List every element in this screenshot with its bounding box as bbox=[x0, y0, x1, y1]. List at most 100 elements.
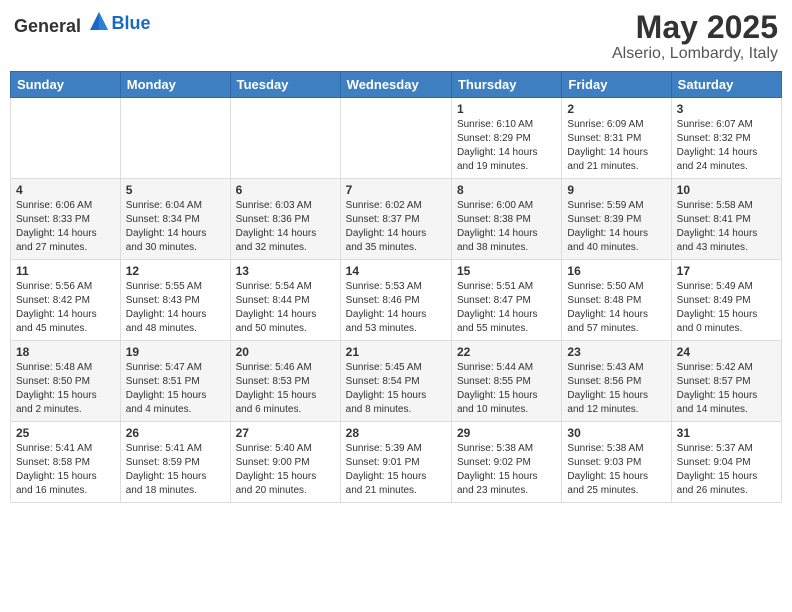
day-info: Sunrise: 5:39 AM Sunset: 9:01 PM Dayligh… bbox=[346, 442, 446, 498]
calendar-table: SundayMondayTuesdayWednesdayThursdayFrid… bbox=[10, 71, 782, 503]
day-info: Sunrise: 6:03 AM Sunset: 8:36 PM Dayligh… bbox=[236, 199, 335, 255]
day-info: Sunrise: 6:10 AM Sunset: 8:29 PM Dayligh… bbox=[457, 118, 556, 174]
calendar-cell: 10 Sunrise: 5:58 AM Sunset: 8:41 PM Dayli… bbox=[671, 179, 781, 260]
weekday-header: Thursday bbox=[451, 72, 561, 98]
day-info: Sunrise: 5:51 AM Sunset: 8:47 PM Dayligh… bbox=[457, 280, 556, 336]
calendar-cell: 30Sunrise: 5:38 AM Sunset: 9:03 PM Dayli… bbox=[562, 422, 671, 503]
location-title: Alserio, Lombardy, Italy bbox=[612, 45, 778, 63]
day-info: Sunrise: 5:41 AM Sunset: 8:59 PM Dayligh… bbox=[126, 442, 225, 498]
day-info: Sunrise: 6:06 AM Sunset: 8:33 PM Dayligh… bbox=[16, 199, 115, 255]
day-info: Sunrise: 5:56 AM Sunset: 8:42 PM Dayligh… bbox=[16, 280, 115, 336]
day-number: 15 bbox=[457, 264, 556, 278]
day-number: 14 bbox=[346, 264, 446, 278]
weekday-header: Tuesday bbox=[230, 72, 340, 98]
logo-icon bbox=[88, 10, 110, 32]
calendar-cell: 18Sunrise: 5:48 AM Sunset: 8:50 PM Dayli… bbox=[11, 341, 121, 422]
calendar-header-row: SundayMondayTuesdayWednesdayThursdayFrid… bbox=[11, 72, 782, 98]
calendar-cell: 20 Sunrise: 5:46 AM Sunset: 8:53 PM Dayli… bbox=[230, 341, 340, 422]
day-info: Sunrise: 5:54 AM Sunset: 8:44 PM Dayligh… bbox=[236, 280, 335, 336]
day-number: 3 bbox=[677, 102, 776, 116]
calendar-cell: 26 Sunrise: 5:41 AM Sunset: 8:59 PM Dayli… bbox=[120, 422, 230, 503]
day-number: 26 bbox=[126, 426, 225, 440]
calendar-cell: 19 Sunrise: 5:47 AM Sunset: 8:51 PM Dayli… bbox=[120, 341, 230, 422]
calendar-cell: 8Sunrise: 6:00 AM Sunset: 8:38 PM Daylig… bbox=[451, 179, 561, 260]
calendar-cell: 29 Sunrise: 5:38 AM Sunset: 9:02 PM Dayli… bbox=[451, 422, 561, 503]
day-number: 7 bbox=[346, 183, 446, 197]
day-info: Sunrise: 5:44 AM Sunset: 8:55 PM Dayligh… bbox=[457, 361, 556, 417]
logo-blue: Blue bbox=[112, 13, 151, 33]
calendar-cell: 25 Sunrise: 5:41 AM Sunset: 8:58 PM Dayli… bbox=[11, 422, 121, 503]
day-number: 10 bbox=[677, 183, 776, 197]
day-info: Sunrise: 6:04 AM Sunset: 8:34 PM Dayligh… bbox=[126, 199, 225, 255]
day-info: Sunrise: 6:00 AM Sunset: 8:38 PM Dayligh… bbox=[457, 199, 556, 255]
calendar-cell: 3 Sunrise: 6:07 AM Sunset: 8:32 PM Daylig… bbox=[671, 98, 781, 179]
day-number: 11 bbox=[16, 264, 115, 278]
page-header: General Blue May 2025 Alserio, Lombardy,… bbox=[10, 10, 782, 63]
day-number: 12 bbox=[126, 264, 225, 278]
day-number: 22 bbox=[457, 345, 556, 359]
weekday-header: Monday bbox=[120, 72, 230, 98]
calendar-cell: 16 Sunrise: 5:50 AM Sunset: 8:48 PM Dayli… bbox=[562, 260, 671, 341]
weekday-header: Friday bbox=[562, 72, 671, 98]
day-number: 23 bbox=[567, 345, 665, 359]
day-number: 2 bbox=[567, 102, 665, 116]
logo: General Blue bbox=[14, 10, 151, 37]
weekday-header: Saturday bbox=[671, 72, 781, 98]
day-info: Sunrise: 5:38 AM Sunset: 9:02 PM Dayligh… bbox=[457, 442, 556, 498]
day-info: Sunrise: 5:37 AM Sunset: 9:04 PM Dayligh… bbox=[677, 442, 776, 498]
day-number: 20 bbox=[236, 345, 335, 359]
day-info: Sunrise: 5:38 AM Sunset: 9:03 PM Dayligh… bbox=[567, 442, 665, 498]
day-number: 29 bbox=[457, 426, 556, 440]
day-info: Sunrise: 5:48 AM Sunset: 8:50 PM Dayligh… bbox=[16, 361, 115, 417]
day-number: 6 bbox=[236, 183, 335, 197]
day-number: 1 bbox=[457, 102, 556, 116]
logo-general: General bbox=[14, 16, 81, 36]
day-info: Sunrise: 5:42 AM Sunset: 8:57 PM Dayligh… bbox=[677, 361, 776, 417]
day-info: Sunrise: 6:02 AM Sunset: 8:37 PM Dayligh… bbox=[346, 199, 446, 255]
day-number: 9 bbox=[567, 183, 665, 197]
day-info: Sunrise: 5:50 AM Sunset: 8:48 PM Dayligh… bbox=[567, 280, 665, 336]
calendar-cell: 9 Sunrise: 5:59 AM Sunset: 8:39 PM Daylig… bbox=[562, 179, 671, 260]
calendar-cell: 21Sunrise: 5:45 AM Sunset: 8:54 PM Dayli… bbox=[340, 341, 451, 422]
day-info: Sunrise: 5:58 AM Sunset: 8:41 PM Dayligh… bbox=[677, 199, 776, 255]
day-info: Sunrise: 5:55 AM Sunset: 8:43 PM Dayligh… bbox=[126, 280, 225, 336]
weekday-header: Sunday bbox=[11, 72, 121, 98]
calendar-cell: 11 Sunrise: 5:56 AM Sunset: 8:42 PM Dayli… bbox=[11, 260, 121, 341]
day-info: Sunrise: 5:53 AM Sunset: 8:46 PM Dayligh… bbox=[346, 280, 446, 336]
calendar-cell: 13 Sunrise: 5:54 AM Sunset: 8:44 PM Dayli… bbox=[230, 260, 340, 341]
calendar-week-row: 4 Sunrise: 6:06 AM Sunset: 8:33 PM Daylig… bbox=[11, 179, 782, 260]
calendar-cell: 31 Sunrise: 5:37 AM Sunset: 9:04 PM Dayli… bbox=[671, 422, 781, 503]
calendar-cell: 6 Sunrise: 6:03 AM Sunset: 8:36 PM Daylig… bbox=[230, 179, 340, 260]
day-info: Sunrise: 5:59 AM Sunset: 8:39 PM Dayligh… bbox=[567, 199, 665, 255]
month-title: May 2025 bbox=[612, 10, 778, 45]
day-info: Sunrise: 5:47 AM Sunset: 8:51 PM Dayligh… bbox=[126, 361, 225, 417]
day-info: Sunrise: 5:49 AM Sunset: 8:49 PM Dayligh… bbox=[677, 280, 776, 336]
day-number: 4 bbox=[16, 183, 115, 197]
day-info: Sunrise: 6:07 AM Sunset: 8:32 PM Dayligh… bbox=[677, 118, 776, 174]
calendar-cell: 23Sunrise: 5:43 AM Sunset: 8:56 PM Dayli… bbox=[562, 341, 671, 422]
day-number: 27 bbox=[236, 426, 335, 440]
day-number: 21 bbox=[346, 345, 446, 359]
calendar-cell: 24Sunrise: 5:42 AM Sunset: 8:57 PM Dayli… bbox=[671, 341, 781, 422]
day-number: 28 bbox=[346, 426, 446, 440]
day-info: Sunrise: 5:46 AM Sunset: 8:53 PM Dayligh… bbox=[236, 361, 335, 417]
day-number: 13 bbox=[236, 264, 335, 278]
day-number: 31 bbox=[677, 426, 776, 440]
title-section: May 2025 Alserio, Lombardy, Italy bbox=[612, 10, 778, 63]
day-number: 25 bbox=[16, 426, 115, 440]
day-number: 16 bbox=[567, 264, 665, 278]
calendar-cell: 12 Sunrise: 5:55 AM Sunset: 8:43 PM Dayli… bbox=[120, 260, 230, 341]
calendar-cell: 28 Sunrise: 5:39 AM Sunset: 9:01 PM Dayli… bbox=[340, 422, 451, 503]
calendar-cell: 17Sunrise: 5:49 AM Sunset: 8:49 PM Dayli… bbox=[671, 260, 781, 341]
day-number: 5 bbox=[126, 183, 225, 197]
day-info: Sunrise: 5:41 AM Sunset: 8:58 PM Dayligh… bbox=[16, 442, 115, 498]
calendar-cell: 5 Sunrise: 6:04 AM Sunset: 8:34 PM Daylig… bbox=[120, 179, 230, 260]
calendar-cell: 22 Sunrise: 5:44 AM Sunset: 8:55 PM Dayli… bbox=[451, 341, 561, 422]
calendar-cell bbox=[230, 98, 340, 179]
day-number: 19 bbox=[126, 345, 225, 359]
weekday-header: Wednesday bbox=[340, 72, 451, 98]
calendar-cell bbox=[11, 98, 121, 179]
day-info: Sunrise: 6:09 AM Sunset: 8:31 PM Dayligh… bbox=[567, 118, 665, 174]
calendar-week-row: 11 Sunrise: 5:56 AM Sunset: 8:42 PM Dayli… bbox=[11, 260, 782, 341]
calendar-week-row: 18Sunrise: 5:48 AM Sunset: 8:50 PM Dayli… bbox=[11, 341, 782, 422]
